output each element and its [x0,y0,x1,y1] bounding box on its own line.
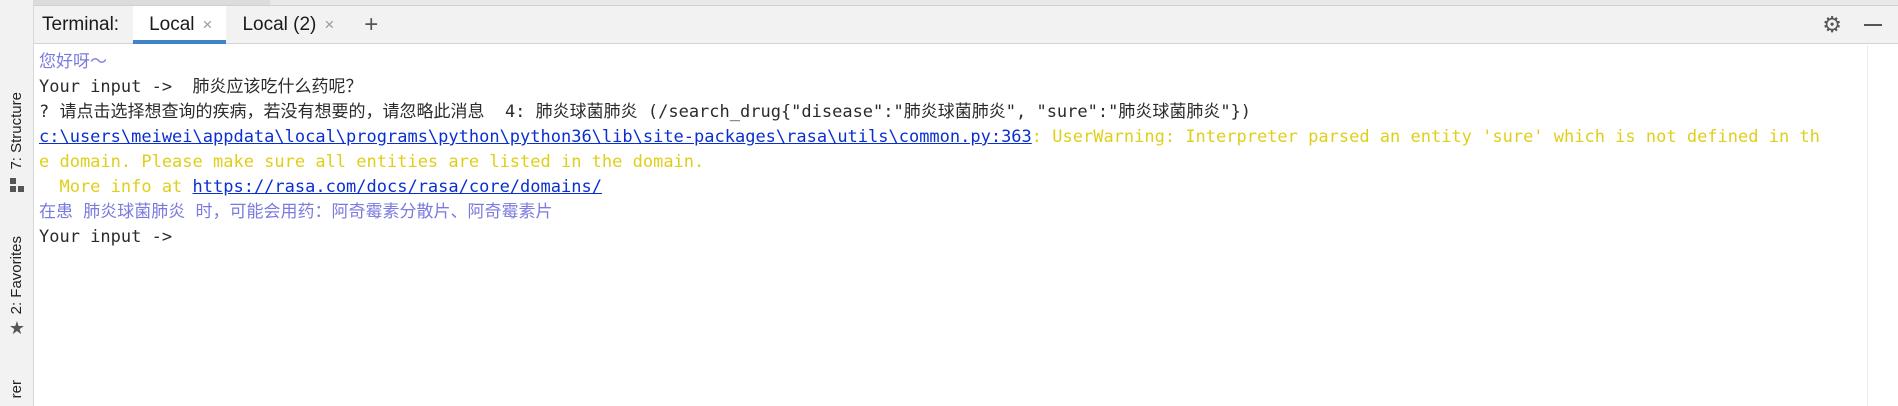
warning-text-continued: e domain. Please make sure all entities … [39,152,705,172]
terminal-title: Terminal: [42,13,120,35]
bot-question-line: ? 请点击选择想查询的疾病，若没有想要的，请忽略此消息 4: 肺炎球菌肺炎 (/… [39,102,1252,122]
structure-tool-tab[interactable]: 7: Structure [0,92,34,192]
explorer-tool-tab[interactable]: rer [0,380,34,398]
warning-line: c:\users\meiwei\appdata\local\programs\p… [39,125,1820,149]
tab-local[interactable]: Local × [133,6,227,44]
terminal-tab-bar: Terminal: Local × Local (2) × + ⚙ [34,6,1898,44]
more-info-line: More info at https://rasa.com/docs/rasa/… [39,175,602,199]
add-tab-icon[interactable]: + [364,12,378,37]
tab-local-2[interactable]: Local (2) × [226,6,348,43]
bot-answer: 在患 肺炎球菌肺炎 时，可能会用药：阿奇霉素分散片、阿奇霉素片 [39,202,553,222]
hide-icon[interactable] [1864,23,1882,26]
terminal-scrollbar[interactable] [1867,45,1898,406]
bot-greeting: 您好呀～ [39,52,107,72]
left-tool-strip: 7: Structure 2: Favorites ★ rer [0,0,34,406]
structure-icon [10,177,24,192]
structure-tab-label: 7: Structure [8,92,25,170]
user-input-line: Your input -> 肺炎应该吃什么药呢？ [39,75,363,99]
warning-text: : UserWarning: Interpreter parsed an ent… [1031,127,1820,147]
tab-local-label: Local [149,13,195,35]
close-icon[interactable]: × [324,15,334,35]
close-icon[interactable]: × [203,15,213,35]
gear-icon[interactable]: ⚙ [1822,12,1842,38]
explorer-tab-label: rer [8,380,25,399]
favorites-tab-label: 2: Favorites [8,236,25,315]
input-prompt: Your input -> [39,77,183,97]
tab-local-2-label: Local (2) [242,13,317,35]
warning-file-link[interactable]: c:\users\meiwei\appdata\local\programs\p… [39,127,1032,147]
tab-bar-actions: ⚙ [1822,6,1882,43]
star-icon: ★ [8,318,26,340]
ide-window: 7: Structure 2: Favorites ★ rer Terminal… [0,0,1898,406]
editor-scroll-mark [34,0,270,5]
docs-link[interactable]: https://rasa.com/docs/rasa/core/domains/ [193,177,602,197]
favorites-tool-tab[interactable]: 2: Favorites ★ [0,236,34,338]
input-prompt-current[interactable]: Your input -> [39,225,172,249]
more-info-prefix: More info at [39,177,193,197]
user-input-text: 肺炎应该吃什么药呢？ [182,77,363,97]
